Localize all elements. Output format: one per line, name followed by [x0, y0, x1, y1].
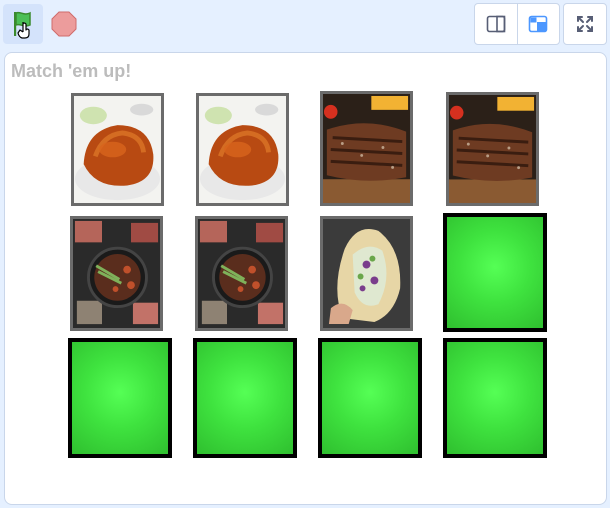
card-grilled-steak[interactable]: [446, 92, 539, 206]
card-back[interactable]: [318, 338, 422, 458]
stop-button[interactable]: [46, 4, 82, 44]
small-stage-icon: [486, 15, 506, 33]
card-roast-duck[interactable]: [71, 93, 164, 206]
green-flag-icon: [14, 11, 31, 39]
card-wrap-sandwich[interactable]: [320, 216, 413, 331]
game-title: Match 'em up!: [11, 61, 132, 81]
green-flag-button[interactable]: [3, 4, 43, 44]
card-back[interactable]: [443, 213, 547, 332]
fullscreen-icon: [577, 16, 593, 32]
stage[interactable]: Match 'em up!: [4, 52, 607, 505]
toolbar: [0, 0, 610, 50]
card-back[interactable]: [193, 338, 297, 458]
normal-stage-icon: [528, 15, 548, 33]
roast-duck-image: [74, 96, 161, 203]
fullscreen-button[interactable]: [563, 3, 607, 45]
wrap-sandwich-image: [323, 219, 410, 328]
grilled-steak-image: [323, 94, 410, 203]
roast-duck-image: [199, 96, 286, 203]
hot-pot-grill-image: [198, 219, 285, 328]
stop-icon: [51, 11, 77, 37]
card-roast-duck[interactable]: [196, 93, 289, 206]
grilled-steak-image: [449, 95, 536, 203]
small-stage-button[interactable]: [475, 4, 517, 44]
card-back[interactable]: [443, 338, 547, 458]
card-hot-pot-grill[interactable]: [70, 216, 163, 331]
stage-size-toggle: [474, 3, 560, 45]
card-hot-pot-grill[interactable]: [195, 216, 288, 331]
hot-pot-grill-image: [73, 219, 160, 328]
card-back[interactable]: [68, 338, 172, 458]
card-grilled-steak[interactable]: [320, 91, 413, 206]
normal-stage-button[interactable]: [516, 4, 560, 44]
